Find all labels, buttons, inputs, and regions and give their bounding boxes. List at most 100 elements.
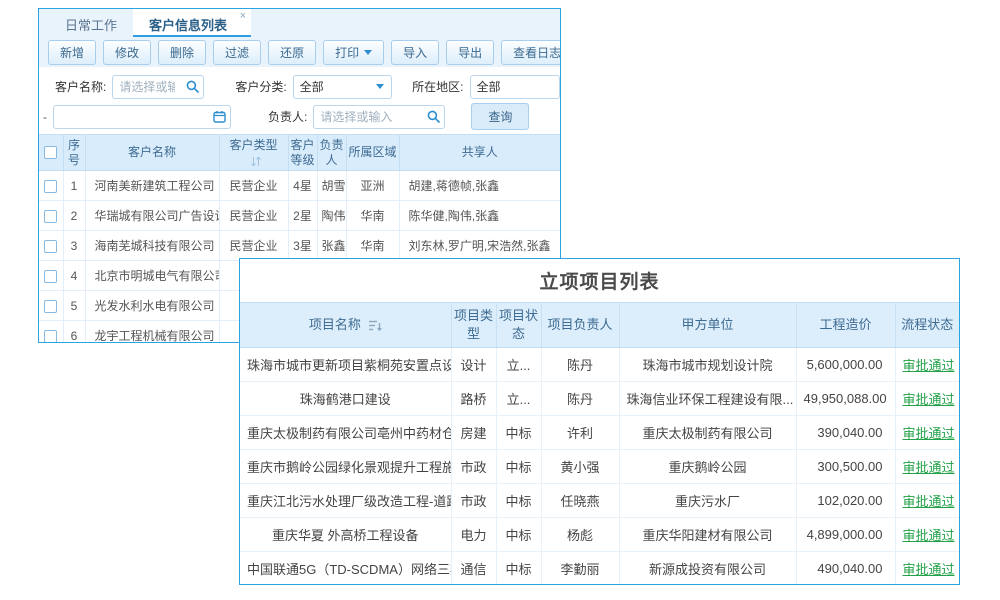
filter-button[interactable]: 过滤 [213,40,261,65]
manager-link[interactable]: 张鑫 [317,231,346,261]
col-project-name[interactable]: 项目名称 [240,303,451,348]
flow-status-link[interactable]: 审批通过 [903,426,955,441]
table-row: 珠海鹤港口建设 路桥 立... 陈丹 珠海信业环保工程建设有限... 49,95… [240,382,959,416]
project-name-link[interactable]: 重庆江北污水处理厂级改造工程-道路... [240,484,451,518]
shared-cell: 胡建,蒋德帧,张鑫 [399,171,560,201]
client-cell: 新源成投资有限公司 [619,552,796,586]
customer-name-link[interactable]: 龙宇工程机械有限公司 [85,321,219,344]
filter-row-2: - 负责人: 查询 [39,103,560,130]
sort-desc-icon[interactable] [369,320,382,331]
manager-link[interactable]: 胡雪 [317,171,346,201]
project-name-link[interactable]: 中国联通5G（TD-SCDMA）网络三期... [240,552,451,586]
region-select[interactable]: 全部 [470,75,560,99]
import-button[interactable]: 导入 [391,40,439,65]
project-status-cell: 立... [496,348,541,382]
row-checkbox[interactable] [44,210,57,223]
col-customer-type[interactable]: 客户类型 [219,135,288,171]
tab-customer-list[interactable]: 客户信息列表 × [133,9,251,37]
customer-name-link[interactable]: 光发水利水电有限公司 [85,291,219,321]
flow-status-cell: 审批通过 [895,416,959,450]
project-status-cell: 中标 [496,484,541,518]
search-icon[interactable] [181,80,203,93]
project-type-cell: 市政 [451,484,496,518]
view-log-button[interactable]: 查看日志 [501,40,561,65]
close-icon[interactable]: × [240,10,246,22]
select-all-checkbox[interactable] [44,146,57,159]
seq-cell: 6 [63,321,85,344]
project-status-cell: 中标 [496,450,541,484]
customer-name-link[interactable]: 北京市明城电气有限公司 [85,261,219,291]
export-button[interactable]: 导出 [446,40,494,65]
col-flow-status[interactable]: 流程状态 [895,303,959,348]
project-name-link[interactable]: 重庆市鹅岭公园绿化景观提升工程施工 [240,450,451,484]
customer-filters: 客户名称: 客户分类: 全部 所在地区: 全部 - [39,67,560,130]
project-manager-link[interactable]: 陈丹 [541,382,619,416]
row-checkbox[interactable] [44,270,57,283]
region-cell: 华南 [346,231,399,261]
add-button[interactable]: 新增 [48,40,96,65]
query-button[interactable]: 查询 [471,103,529,130]
table-row: 3 海南芜城科技有限公司 民营企业 3星 张鑫 华南 刘东林,罗广明,宋浩然,张… [39,231,560,261]
col-customer-name[interactable]: 客户名称 [85,135,219,171]
row-select-cell [39,321,63,344]
sort-icon[interactable] [251,157,261,166]
cost-cell: 102,020.00 [796,484,895,518]
flow-status-cell: 审批通过 [895,348,959,382]
project-type-cell: 房建 [451,416,496,450]
region-cell: 亚洲 [346,171,399,201]
col-region[interactable]: 所属区域 [346,135,399,171]
row-select-cell [39,171,63,201]
col-customer-level[interactable]: 客户等级 [288,135,317,171]
flow-status-link[interactable]: 审批通过 [903,358,955,373]
customer-category-select[interactable]: 全部 [293,75,392,99]
print-button[interactable]: 打印 [323,40,384,65]
row-checkbox[interactable] [44,180,57,193]
tab-daily-work[interactable]: 日常工作 [49,9,133,37]
cost-cell: 5,600,000.00 [796,348,895,382]
calendar-icon[interactable] [208,110,230,123]
restore-button[interactable]: 还原 [268,40,316,65]
customer-name-input[interactable] [113,80,181,94]
project-manager-link[interactable]: 陈丹 [541,348,619,382]
project-name-link[interactable]: 珠海鹤港口建设 [240,382,451,416]
col-client[interactable]: 甲方单位 [619,303,796,348]
manager-link[interactable]: 陶伟 [317,201,346,231]
project-type-cell: 路桥 [451,382,496,416]
date-to-input[interactable] [54,110,208,124]
flow-status-cell: 审批通过 [895,382,959,416]
customer-name-link[interactable]: 海南芜城科技有限公司 [85,231,219,261]
col-shared[interactable]: 共享人 [399,135,560,171]
flow-status-link[interactable]: 审批通过 [903,528,955,543]
select-all-cell [39,135,63,171]
col-project-type[interactable]: 项目类型 [451,303,496,348]
col-manager[interactable]: 负责人 [317,135,346,171]
customer-category-label: 客户分类: [235,78,286,95]
flow-status-link[interactable]: 审批通过 [903,562,955,577]
search-icon[interactable] [422,110,444,123]
project-manager-link[interactable]: 任晓燕 [541,484,619,518]
project-list-panel: 立项项目列表 项目名称 项目类型 项目状态 项目负责人 甲方单位 工程造价 流程… [239,258,960,585]
project-manager-link[interactable]: 李勤丽 [541,552,619,586]
col-cost[interactable]: 工程造价 [796,303,895,348]
flow-status-link[interactable]: 审批通过 [903,494,955,509]
project-name-link[interactable]: 珠海市城市更新项目紫桐苑安置点设... [240,348,451,382]
manager-input[interactable] [314,110,422,124]
project-manager-link[interactable]: 许利 [541,416,619,450]
client-cell: 重庆华阳建材有限公司 [619,518,796,552]
project-name-link[interactable]: 重庆华夏 外高桥工程设备 [240,518,451,552]
flow-status-link[interactable]: 审批通过 [903,392,955,407]
col-project-manager[interactable]: 项目负责人 [541,303,619,348]
row-checkbox[interactable] [44,300,57,313]
delete-button[interactable]: 删除 [158,40,206,65]
flow-status-link[interactable]: 审批通过 [903,460,955,475]
row-checkbox[interactable] [44,240,57,253]
customer-name-link[interactable]: 河南美新建筑工程公司 [85,171,219,201]
customer-name-link[interactable]: 华瑞城有限公司广告设计部 [85,201,219,231]
edit-button[interactable]: 修改 [103,40,151,65]
project-manager-link[interactable]: 黄小强 [541,450,619,484]
project-name-link[interactable]: 重庆太极制药有限公司亳州中药材仓... [240,416,451,450]
col-project-status[interactable]: 项目状态 [496,303,541,348]
project-manager-link[interactable]: 杨彪 [541,518,619,552]
row-checkbox[interactable] [44,330,57,343]
project-status-cell: 中标 [496,518,541,552]
